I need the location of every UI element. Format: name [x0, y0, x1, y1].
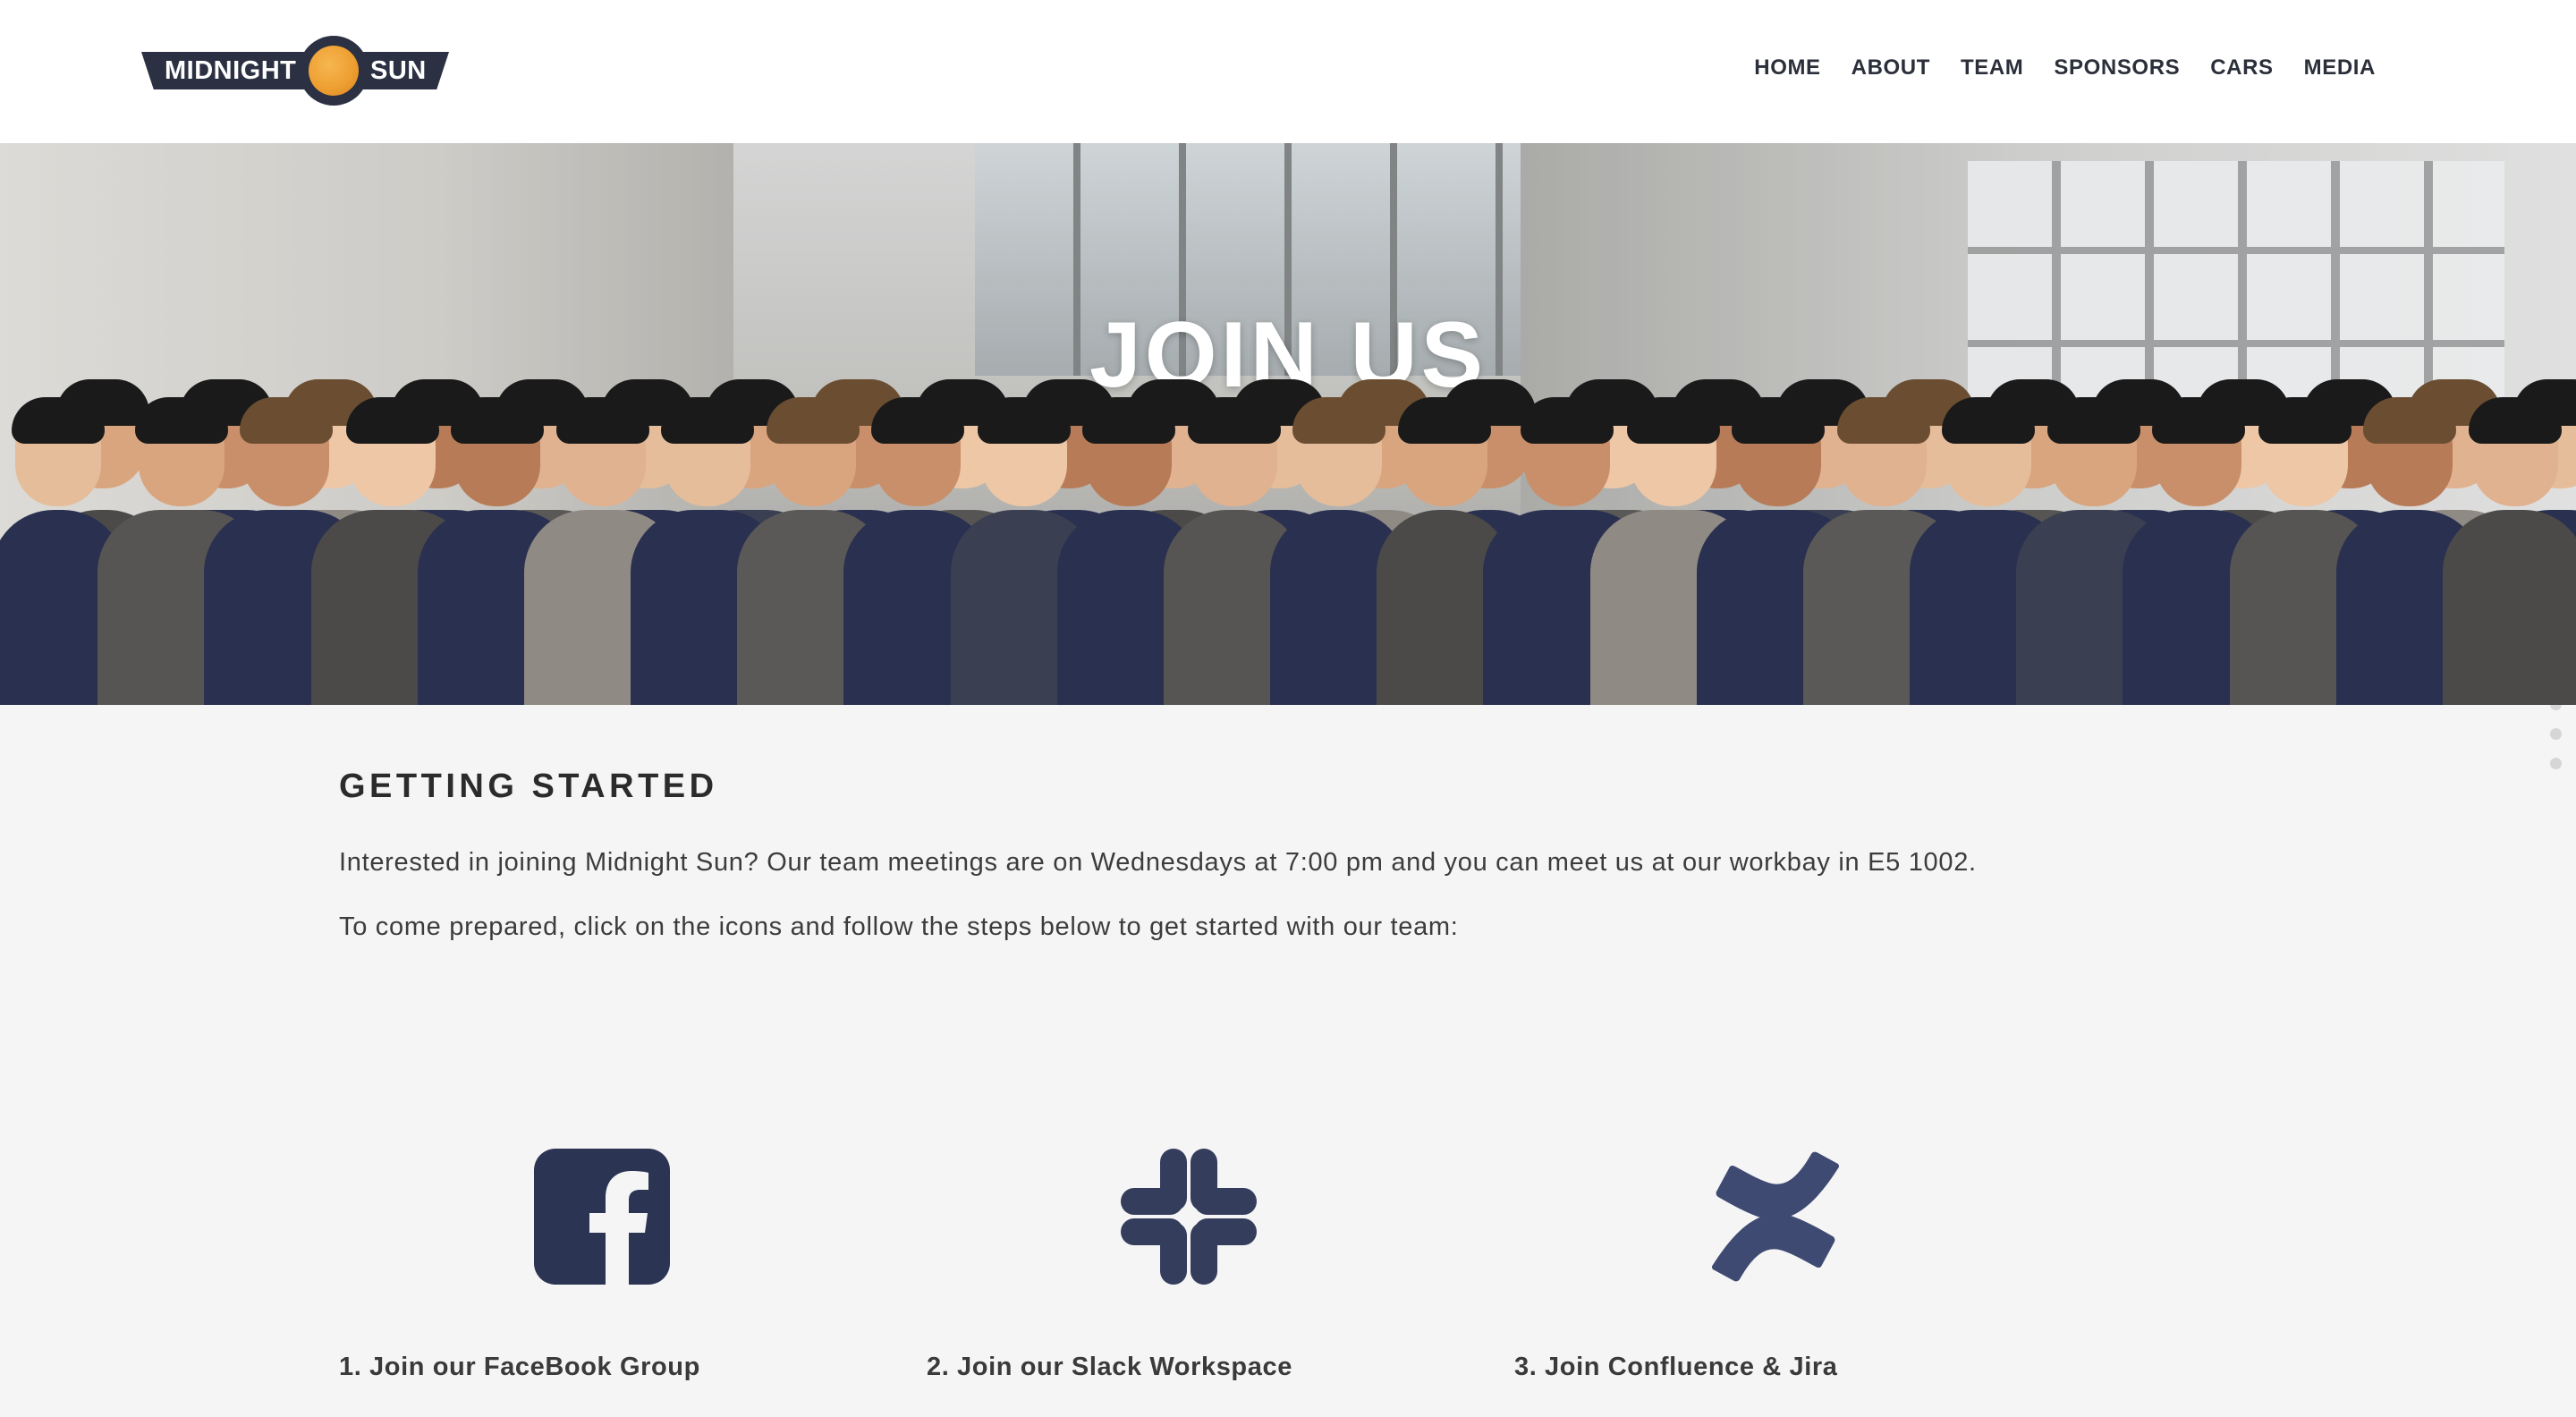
logo-text-left: MIDNIGHT: [165, 56, 297, 85]
team-member-figure: [2443, 385, 2576, 705]
confluence-icon[interactable]: [1707, 1149, 1843, 1285]
join-steps: 1. Join our FaceBook Group 2. Join our S…: [339, 1149, 2235, 1417]
slack-icon[interactable]: [1121, 1149, 1257, 1285]
step-label: 3. Join Confluence & Jira: [1514, 1353, 1838, 1381]
hero-banner: JOIN US: [0, 143, 2576, 705]
midnight-sun-logo[interactable]: MIDNIGHT SUN: [141, 34, 449, 107]
nav-item-home[interactable]: HOME: [1754, 55, 1820, 81]
team-photo-crowd: [0, 340, 2576, 705]
main-nav: HOME ABOUT TEAM SPONSORS CARS MEDIA: [1724, 55, 2376, 81]
logo-text-right: SUN: [370, 56, 427, 85]
nav-item-media[interactable]: MEDIA: [2304, 55, 2376, 81]
section-dot[interactable]: [2550, 758, 2562, 769]
intro-paragraph: Interested in joining Midnight Sun? Our …: [339, 848, 1977, 877]
facebook-icon[interactable]: [534, 1149, 670, 1285]
site-header: MIDNIGHT SUN HOME ABOUT TEAM SPONSORS CA…: [0, 0, 2576, 143]
section-title: GETTING STARTED: [339, 768, 718, 805]
sun-icon: [309, 46, 359, 96]
section-dot[interactable]: [2550, 728, 2562, 740]
instructions-paragraph: To come prepared, click on the icons and…: [339, 912, 1459, 941]
nav-item-sponsors[interactable]: SPONSORS: [2054, 55, 2180, 81]
step-label: 1. Join our FaceBook Group: [339, 1353, 700, 1381]
nav-item-team[interactable]: TEAM: [1961, 55, 2023, 81]
nav-item-cars[interactable]: CARS: [2210, 55, 2273, 81]
step-label: 2. Join our Slack Workspace: [927, 1353, 1292, 1381]
nav-item-about[interactable]: ABOUT: [1852, 55, 1930, 81]
